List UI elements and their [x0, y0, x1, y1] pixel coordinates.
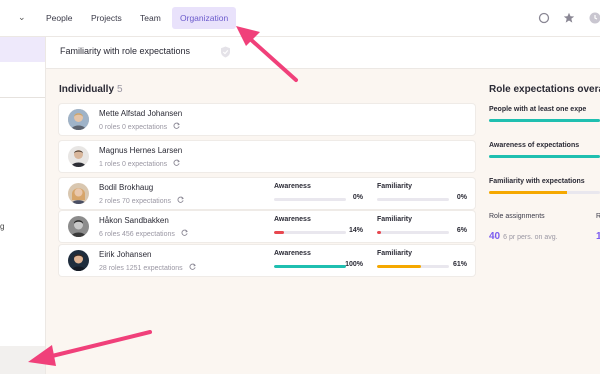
awareness-value: 14% [348, 227, 363, 234]
overview-title: Role expectations overa [489, 84, 600, 95]
familiarity-value: 0% [456, 194, 467, 201]
avatar [68, 109, 89, 130]
person-roles: 0 roles [99, 124, 121, 131]
individually-title: Individually [59, 84, 115, 95]
awareness-of-expectations-bar [489, 155, 600, 158]
nav-people[interactable]: People [38, 7, 80, 29]
familiarity-fill [377, 231, 382, 234]
familiarity-value: 61% [452, 261, 467, 268]
person-name[interactable]: Eirik Johansen [99, 250, 151, 259]
familiarity-fill [377, 265, 421, 268]
person-roles: 28 roles [99, 265, 124, 272]
person-meta: 1 roles 0 expectations [99, 159, 180, 168]
person-row[interactable]: Bodil Brokhaug 2 roles 70 expectations A… [59, 178, 475, 209]
person-expectations: 456 expectations [121, 231, 175, 238]
awareness-bar [274, 231, 346, 234]
person-expectations: 70 expectations [121, 198, 172, 205]
role-assignments-label: Role assignments [489, 213, 545, 220]
familiarity-bar [377, 198, 449, 201]
people-with-expectation-label: People with at least one expe [489, 106, 587, 113]
awareness-bar [274, 198, 346, 201]
search-icon[interactable] [538, 12, 550, 24]
awareness-fill [274, 265, 346, 268]
familiarity-with-expectations-label: Familiarity with expectations [489, 178, 585, 185]
nav-projects[interactable]: Projects [83, 7, 130, 29]
person-row[interactable]: Mette Alfstad Johansen 0 roles 0 expecta… [59, 104, 475, 135]
person-name[interactable]: Håkon Sandbakken [99, 216, 169, 225]
awareness-value: 0% [352, 194, 363, 201]
person-expectations: 1251 expectations [125, 265, 183, 272]
sidebar-item-label[interactable]: g [0, 222, 4, 231]
awareness-of-expectations-label: Awareness of expectations [489, 142, 580, 149]
role-assignments-stat: 40 6 pr pers. on avg. [489, 231, 558, 242]
sidebar-divider [0, 97, 45, 98]
familiarity-label: Familiarity [377, 250, 413, 257]
chevron-down-icon[interactable]: ⌄ [18, 12, 26, 23]
familiarity-value: 6% [456, 227, 467, 234]
person-roles: 1 roles [99, 161, 121, 168]
familiarity-label: Familiarity [377, 183, 413, 190]
individually-heading: Individually 5 [59, 84, 123, 95]
person-row[interactable]: Eirik Johansen 28 roles 1251 expectation… [59, 245, 475, 276]
nav-organization[interactable]: Organization [172, 7, 237, 29]
refresh-icon[interactable] [173, 159, 180, 166]
nav-team[interactable]: Team [132, 7, 169, 29]
clock-icon[interactable] [589, 12, 600, 24]
refresh-icon[interactable] [181, 229, 188, 236]
person-meta: 2 roles 70 expectations [99, 196, 184, 205]
awareness-label: Awareness [274, 216, 311, 223]
person-row[interactable]: Håkon Sandbakken 6 roles 456 expectation… [59, 211, 475, 242]
role-assignments-sub: 6 pr pers. on avg. [503, 234, 558, 241]
arrow-to-sidebar-bottom [28, 330, 152, 366]
person-roles: 6 roles [99, 231, 121, 238]
person-expectations: 0 expectations [121, 124, 168, 131]
awareness-label: Awareness [274, 250, 311, 257]
awareness-value: 100% [345, 261, 363, 268]
awareness-fill [274, 231, 285, 234]
avatar [68, 216, 89, 237]
sidebar: g [0, 37, 46, 374]
people-with-expectation-bar [489, 119, 600, 122]
star-icon[interactable] [563, 12, 575, 24]
second-stat-value: 1 [596, 231, 600, 242]
familiarity-with-expectations-fill [489, 191, 567, 194]
person-name[interactable]: Mette Alfstad Johansen [99, 109, 182, 118]
shield-icon [221, 46, 230, 58]
awareness-label: Awareness [274, 183, 311, 190]
awareness-bar [274, 265, 346, 268]
familiarity-label: Familiarity [377, 216, 413, 223]
refresh-icon[interactable] [189, 263, 196, 270]
person-row[interactable]: Magnus Hernes Larsen 1 roles 0 expectati… [59, 141, 475, 172]
sidebar-active-item[interactable] [0, 37, 45, 62]
refresh-icon[interactable] [173, 122, 180, 129]
person-roles: 2 roles [99, 198, 121, 205]
familiarity-bar [377, 265, 449, 268]
person-meta: 0 roles 0 expectations [99, 122, 180, 131]
avatar [68, 183, 89, 204]
avatar [68, 250, 89, 271]
familiarity-with-expectations-bar [489, 191, 600, 194]
refresh-icon[interactable] [177, 196, 184, 203]
individually-count: 5 [117, 84, 123, 95]
avatar [68, 146, 89, 167]
second-stat-label: R [596, 213, 600, 220]
person-meta: 6 roles 456 expectations [99, 229, 188, 238]
role-assignments-value: 40 [489, 231, 501, 242]
familiarity-bar [377, 231, 449, 234]
person-name[interactable]: Bodil Brokhaug [99, 183, 153, 192]
sidebar-bottom-item[interactable] [0, 346, 45, 374]
page-header: Familiarity with role expectations [46, 37, 600, 69]
top-bar: ⌄ People Projects Team Organization [0, 0, 600, 37]
page-title: Familiarity with role expectations [60, 46, 191, 56]
person-name[interactable]: Magnus Hernes Larsen [99, 146, 182, 155]
person-meta: 28 roles 1251 expectations [99, 263, 196, 272]
person-expectations: 0 expectations [121, 161, 168, 168]
